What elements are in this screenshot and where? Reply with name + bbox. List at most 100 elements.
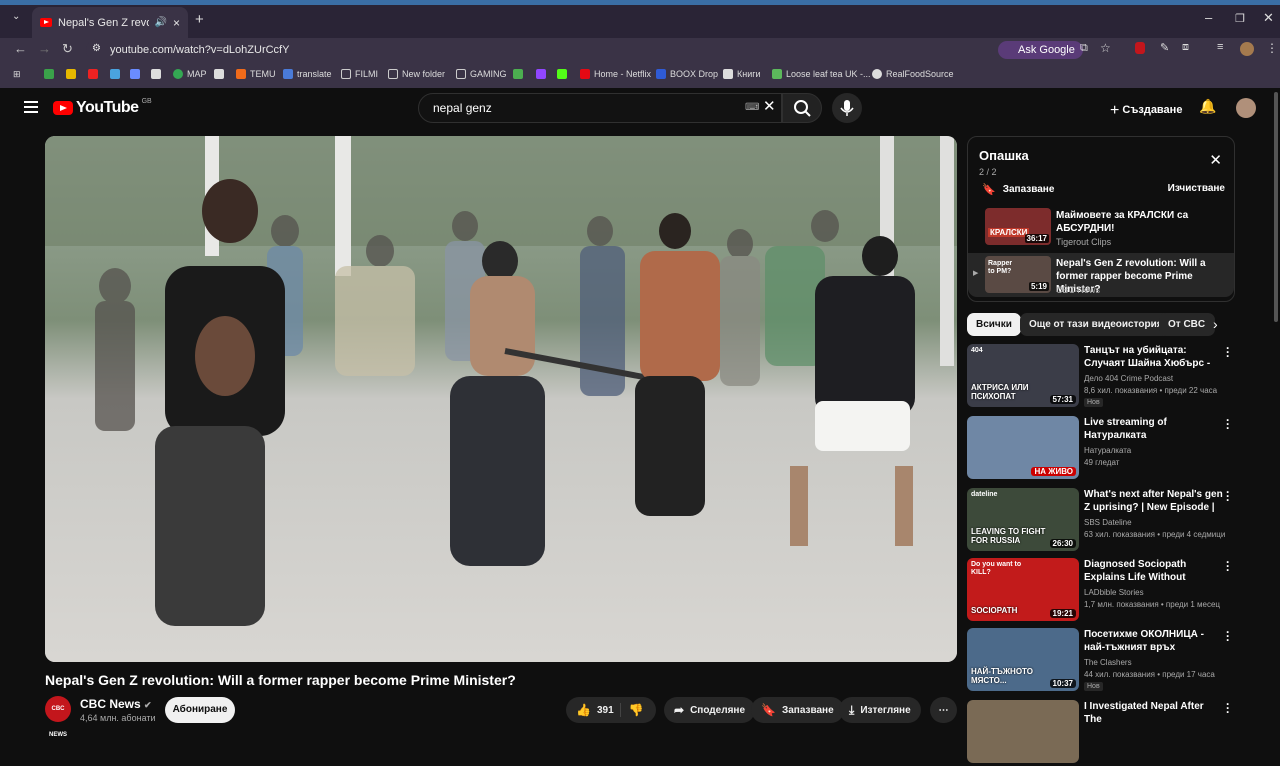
extensions-puzzle-icon[interactable]: ⧈	[1182, 41, 1189, 54]
country-code: GB	[141, 97, 152, 105]
chip-all[interactable]: Всички	[967, 313, 1021, 336]
notifications-bell-icon[interactable]: 🔔	[1199, 98, 1216, 115]
chip-more-from-story[interactable]: Още от тази видеоистория	[1020, 313, 1172, 336]
bookmark-loose-leaf-tea[interactable]: Loose leaf tea UK -...	[772, 69, 871, 79]
bookmark-map[interactable]: MAP	[173, 69, 207, 79]
apps-grid-icon[interactable]: ⊞	[13, 69, 21, 80]
browser-menu-icon[interactable]: ⋮	[1266, 41, 1278, 55]
site-info-icon[interactable]: ⚙	[92, 43, 101, 54]
browser-tab-active[interactable]: Nepal's Gen Z revolution: W 🔊 ×	[32, 7, 188, 38]
more-options-icon[interactable]: · · ·	[1226, 626, 1230, 646]
search-button[interactable]	[782, 93, 822, 123]
more-options-icon[interactable]: · · ·	[1226, 698, 1230, 718]
subscribe-button[interactable]: Абониране	[165, 697, 235, 723]
recommended-video[interactable]: НА ЖИВО Live streaming of Натуралката Нату…	[967, 414, 1237, 482]
recommended-video[interactable]: Do you want to KILL? SOCIOPATH 19:21 Diagno…	[967, 556, 1237, 624]
download-button[interactable]: ⤓ Изтегляне	[839, 697, 921, 723]
video-duration: 10:37	[1049, 679, 1076, 688]
url-field[interactable]: ⚙ youtube.com/watch?v=dLohZUrCcfY	[86, 39, 1026, 61]
dislike-button[interactable]: 👎	[619, 703, 644, 717]
save-button[interactable]: 🔖 Запазване	[751, 697, 844, 723]
channel-avatar[interactable]: CBC NEWS	[45, 696, 71, 738]
queue-close-icon[interactable]: ✕	[1209, 151, 1222, 169]
verified-icon: ✔	[144, 700, 152, 710]
bookmark-gaming[interactable]: GAMING	[456, 69, 507, 79]
video-player[interactable]	[45, 136, 957, 662]
queue-count: 2 / 2	[979, 167, 997, 177]
video-channel: Дело 404 Crime Podcast	[1084, 374, 1174, 383]
queue-item-current[interactable]: ▶ Rapper to PM? 5:19 Nepal's Gen Z revol…	[968, 253, 1234, 297]
page-scrollbar[interactable]	[1274, 92, 1278, 322]
bookmark-new-folder[interactable]: New folder	[388, 69, 445, 79]
bookmark-icon-5[interactable]	[130, 69, 140, 79]
queue-item-channel: Tigerout Clips	[1056, 237, 1112, 247]
video-thumbnail: НА ЖИВО	[967, 416, 1079, 479]
recommended-video[interactable]: I Investigated Nepal After The · · ·	[967, 698, 1237, 766]
bookmark-realfoodsource[interactable]: RealFoodSource	[872, 69, 954, 79]
bookmark-boox-drop[interactable]: BOOX Drop	[656, 69, 718, 79]
bookmark-icon-twitch[interactable]	[536, 69, 546, 79]
queue-item-duration: 36:17	[1024, 234, 1049, 243]
bookmark-icon-2[interactable]	[66, 69, 76, 79]
bookmark-knigi[interactable]: Книги	[723, 69, 761, 79]
more-options-icon[interactable]: · · ·	[1226, 486, 1230, 506]
bookmark-icon-amazon[interactable]	[214, 69, 224, 79]
reading-list-icon[interactable]: ≡	[1217, 41, 1223, 53]
keyboard-icon[interactable]: ⌨	[745, 94, 759, 122]
youtube-logo[interactable]: YouTube GB	[53, 97, 152, 117]
bookmark-icon-1[interactable]	[44, 69, 54, 79]
clear-search-icon[interactable]: ✕	[763, 93, 776, 121]
new-tab-icon[interactable]: +	[195, 11, 204, 28]
account-avatar[interactable]	[1236, 98, 1256, 118]
bookmark-icon-6[interactable]	[151, 69, 161, 79]
bookmark-netflix[interactable]: Home - Netflix	[580, 69, 651, 79]
speaker-icon[interactable]: 🔊	[155, 17, 167, 28]
extension-icon[interactable]	[1135, 42, 1145, 54]
ask-google-button[interactable]: Ask Google	[998, 41, 1083, 59]
microphone-icon	[840, 100, 854, 116]
minimize-icon[interactable]: –	[1205, 10, 1212, 25]
chip-from-cbc[interactable]: От CBC	[1159, 313, 1215, 336]
queue-save-button[interactable]: 🔖 Запазване	[982, 183, 1054, 196]
forward-icon[interactable]: →	[38, 41, 51, 56]
extension-pen-icon[interactable]: ✎	[1160, 41, 1169, 54]
queue-clear-button[interactable]: Изчистване	[1168, 183, 1225, 194]
reload-icon[interactable]: ↻	[62, 41, 73, 57]
tab-search-icon[interactable]: ⌄	[12, 11, 20, 22]
chips-next-icon[interactable]: ›	[1213, 316, 1218, 332]
restore-icon[interactable]: ❐	[1235, 12, 1245, 25]
channel-name[interactable]: CBC News ✔	[80, 697, 152, 711]
tab-close-icon[interactable]: ×	[173, 16, 180, 30]
menu-icon[interactable]	[24, 101, 38, 113]
thumbnail-text: SOCIOPATH	[971, 606, 1018, 615]
share-button[interactable]: ➦ Споделяне	[664, 697, 755, 723]
bookmark-translate[interactable]: translate	[283, 69, 332, 79]
search-input[interactable]: nepal genz ⌨ ✕	[418, 93, 782, 123]
bookmark-icon-chart[interactable]	[513, 69, 523, 79]
recommended-video[interactable]: НАЙ-ТЪЖНОТО МЯСТО... 10:37 Посетихме ОКОЛН…	[967, 626, 1237, 694]
like-button[interactable]: 👍 391	[576, 703, 614, 717]
video-title: Танцът на убийцата: Случаят Шайна Хюбърс…	[1084, 345, 1211, 369]
video-frame	[45, 136, 957, 662]
more-options-icon[interactable]: · · ·	[1226, 342, 1230, 362]
more-options-icon[interactable]: · · ·	[1226, 556, 1230, 576]
more-actions-button[interactable]: ⋯	[930, 697, 957, 723]
bookmark-temu[interactable]: TEMU	[236, 69, 276, 79]
window-close-icon[interactable]: ✕	[1263, 10, 1274, 26]
bookmark-icon-kick[interactable]	[557, 69, 567, 79]
queue-item[interactable]: КРАЛСКИ 36:17 Маймовете за КРАЛСКИ са АБ…	[968, 205, 1234, 249]
recommended-video[interactable]: 404 АКТРИСА ИЛИ ПСИХОПАТ 57:31 Танцът на уб…	[967, 342, 1237, 410]
window-top-border	[0, 0, 1280, 5]
back-icon[interactable]: ←	[14, 41, 27, 56]
bookmark-star-icon[interactable]: ☆	[1100, 41, 1111, 55]
profile-avatar-icon[interactable]	[1240, 42, 1254, 56]
bookmark-icon-4[interactable]	[110, 69, 120, 79]
more-icon: ⋯	[938, 704, 949, 716]
more-options-icon[interactable]: · · ·	[1226, 414, 1230, 434]
bookmark-filmi[interactable]: FILMI	[341, 69, 378, 79]
bookmark-icon-3[interactable]	[88, 69, 98, 79]
voice-search-button[interactable]	[832, 93, 862, 123]
install-icon[interactable]: ⧉	[1080, 42, 1088, 55]
create-button[interactable]: + Създаване	[1110, 100, 1182, 119]
recommended-video[interactable]: dateline LEAVING TO FIGHT FOR RUSSIA 26:30…	[967, 486, 1237, 554]
